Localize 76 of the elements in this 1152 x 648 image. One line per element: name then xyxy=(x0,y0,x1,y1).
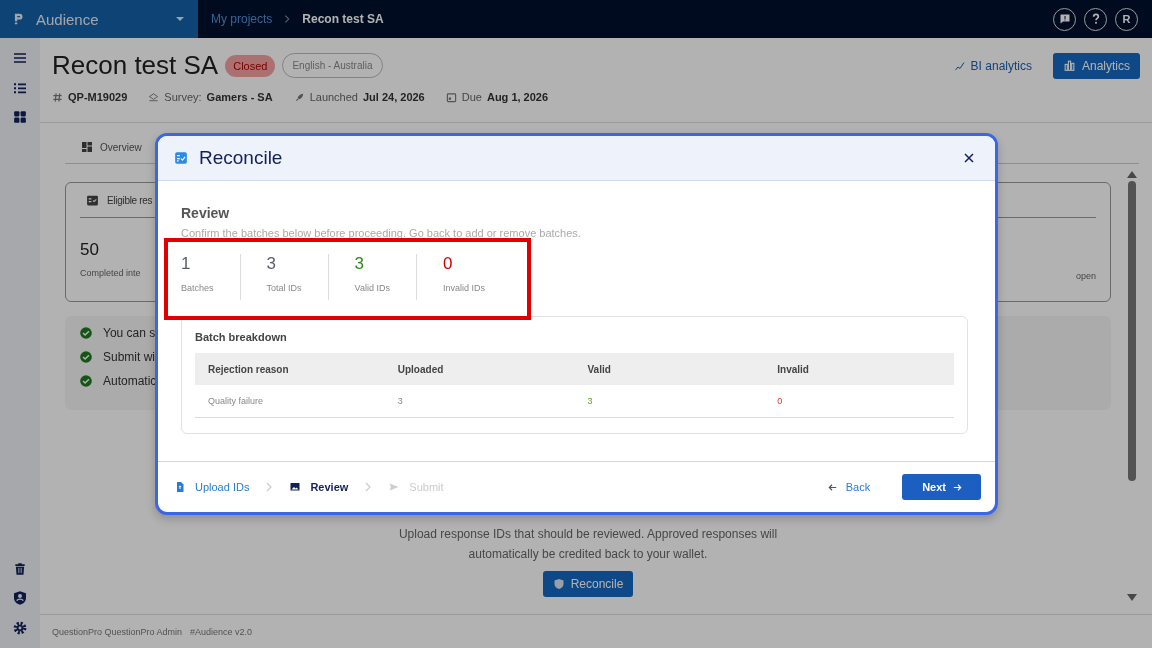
project-id: QP-M19029 xyxy=(68,91,128,103)
scrollbar[interactable] xyxy=(1126,171,1138,601)
stat-label: Valid IDs xyxy=(354,283,390,293)
reconcile-description: Upload response IDs that should be reviewed. Approved responses will automatically be credited back to your wallet. xyxy=(398,526,778,563)
close-icon xyxy=(963,152,975,164)
file-upload-icon xyxy=(174,481,186,493)
table-cell: 3 xyxy=(574,385,765,418)
due-label: Due xyxy=(461,91,482,103)
check-circle-icon xyxy=(79,350,93,364)
app-name: Audience xyxy=(36,10,100,28)
breadcrumb-item[interactable]: My projects xyxy=(211,12,273,26)
menu-icon xyxy=(12,50,28,66)
section-heading: Review xyxy=(181,205,231,221)
chat-alert-icon xyxy=(1058,13,1071,25)
calendar-icon xyxy=(445,91,457,103)
checklist-icon xyxy=(86,193,99,207)
bar-chart-icon xyxy=(1062,59,1076,72)
stat-value: 1 xyxy=(181,254,192,274)
trend-icon xyxy=(953,59,966,72)
column-header: Valid xyxy=(574,353,765,385)
column-header: Rejection reason xyxy=(195,353,385,385)
footer-text: QuestionPro QuestionPro Admin xyxy=(52,626,183,637)
image-icon xyxy=(289,481,302,493)
survey-name: Gamers - SA xyxy=(206,91,273,103)
layers-icon xyxy=(148,91,160,103)
project-title: Recon test SA xyxy=(52,50,219,81)
stat-value: 3 xyxy=(266,254,277,274)
checklist-item: You can s xyxy=(103,326,156,340)
checklist-item: Submit wi xyxy=(103,350,155,364)
bi-analytics-link[interactable]: BI analytics xyxy=(953,58,1032,73)
checklist-item: Automatic xyxy=(103,374,157,388)
check-circle-icon xyxy=(79,374,93,388)
stat-label: Batches xyxy=(181,283,214,293)
launched-label: Launched xyxy=(309,91,358,103)
scroll-down-icon[interactable] xyxy=(1127,594,1137,601)
scroll-up-icon[interactable] xyxy=(1127,171,1137,178)
stat-label: Total IDs xyxy=(266,283,302,293)
column-header: Invalid xyxy=(764,353,954,385)
arrow-left-icon xyxy=(826,481,838,493)
shield-person-icon xyxy=(12,590,28,606)
wizard-step[interactable]: Upload IDs xyxy=(174,481,250,493)
column-header: Uploaded xyxy=(384,353,575,385)
next-button[interactable]: Next xyxy=(902,474,981,500)
tab[interactable]: Overview xyxy=(65,135,158,163)
dialog-title: Reconcile xyxy=(199,147,284,169)
launch-date: Jul 24, 2026 xyxy=(362,91,425,103)
stat-value: 0 xyxy=(442,254,454,274)
check-circle-icon xyxy=(79,326,93,340)
reconcile-button[interactable]: Reconcile xyxy=(542,571,634,597)
due-date: Aug 1, 2026 xyxy=(486,91,549,103)
breakdown-title: Batch breakdown xyxy=(195,331,288,343)
list-icon xyxy=(12,80,28,96)
stat-label: Invalid IDs xyxy=(442,283,485,293)
hash-icon xyxy=(52,91,63,103)
section-description: Confirm the batches below before proceeding. Go back to add or remove batches. xyxy=(181,227,582,239)
dashboard-icon xyxy=(81,141,93,153)
trash-icon xyxy=(13,562,27,576)
stat-value: 3 xyxy=(354,254,365,274)
table-cell: Quality failure xyxy=(195,385,385,418)
status-badge: Closed xyxy=(225,54,276,77)
version-text: #Audience v2.0 xyxy=(190,626,253,637)
checklist-icon xyxy=(174,151,188,165)
table-cell: 3 xyxy=(384,385,575,418)
survey-label: Survey: xyxy=(164,91,202,103)
analytics-button[interactable]: Analytics xyxy=(1052,52,1140,79)
back-button[interactable]: Back xyxy=(820,480,877,494)
shield-icon xyxy=(552,578,565,590)
wizard-step[interactable]: Review xyxy=(289,481,349,493)
completed-count: 50 xyxy=(80,240,100,260)
arrow-right-icon xyxy=(952,481,963,493)
grid-icon xyxy=(13,110,27,124)
table-cell: 0 xyxy=(764,385,954,418)
card-title: Eligible res xyxy=(107,194,153,206)
breadcrumb-item[interactable]: Recon test SA xyxy=(302,12,384,26)
card-caption: open xyxy=(1075,271,1096,281)
count-caption: Completed inte xyxy=(80,268,141,278)
